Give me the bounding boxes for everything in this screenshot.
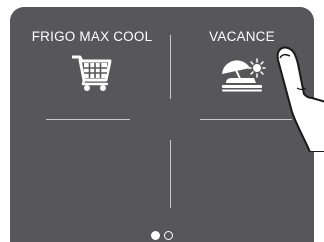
tile-frigo-max-cool[interactable]: FRIGO MAX COOL	[18, 29, 166, 97]
divider-vertical-top	[170, 35, 171, 99]
tile-vacance-label: VACANCE	[209, 29, 275, 44]
page-dot-active[interactable]	[151, 231, 160, 240]
divider-vertical-bottom	[170, 140, 171, 208]
page-indicator	[10, 231, 314, 240]
shopping-cart-icon	[71, 54, 112, 97]
tile-frigo-label: FRIGO MAX COOL	[31, 29, 153, 44]
control-panel: FRIGO MAX COOL VACANCE	[0, 0, 324, 242]
divider-horizontal-right	[200, 119, 292, 120]
page-dot-inactive[interactable]	[164, 231, 173, 240]
tile-vacance[interactable]: VACANCE	[170, 29, 314, 97]
display-screen: FRIGO MAX COOL VACANCE	[10, 7, 314, 242]
vacation-beach-icon	[218, 54, 266, 97]
divider-horizontal-left	[46, 119, 130, 120]
